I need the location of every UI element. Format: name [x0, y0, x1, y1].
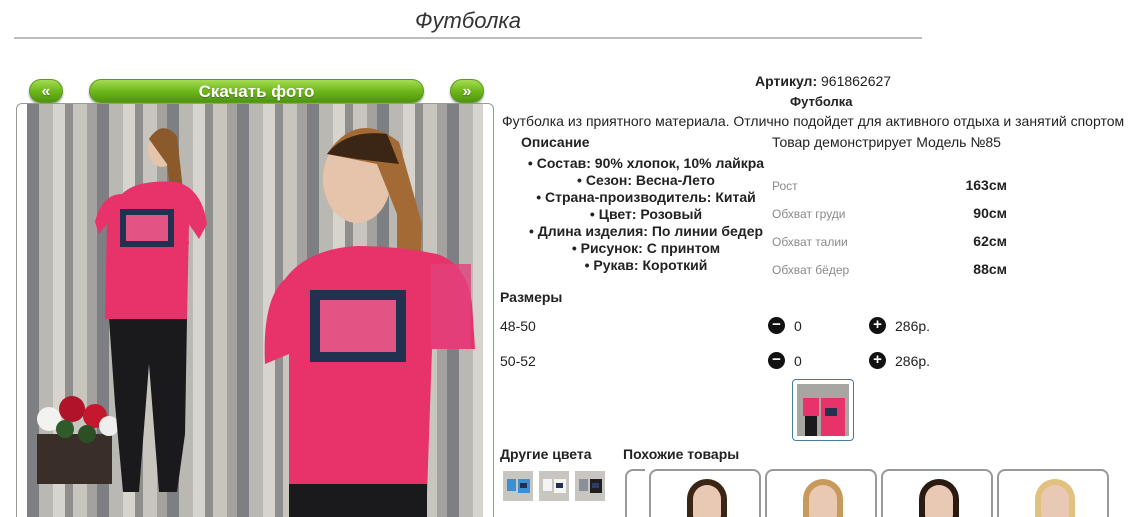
measurement-label: Обхват талии: [772, 235, 848, 249]
thumbnail-illustration: [803, 398, 845, 436]
measurement-row: Обхват бёдер 88см: [772, 261, 1012, 279]
similar-products-carousel: [625, 469, 1138, 517]
article-number: Артикул: 961862627: [755, 73, 891, 89]
title-divider: [14, 37, 922, 39]
other-colors-heading: Другие цвета: [500, 446, 592, 462]
similar-products-heading: Похожие товары: [623, 446, 740, 462]
next-photo-button[interactable]: »: [450, 79, 484, 103]
plus-circle-icon[interactable]: +: [869, 317, 886, 334]
measurement-label: Обхват груди: [772, 207, 846, 221]
size-label: 48-50: [500, 318, 536, 334]
other-color-thumbnail[interactable]: [575, 471, 605, 501]
similar-product-card[interactable]: [649, 469, 761, 517]
thumbnail-image: [797, 384, 849, 436]
similar-product-card[interactable]: [881, 469, 993, 517]
quantity-value: 0: [794, 353, 802, 369]
color-thumbnail-illustration: [579, 479, 602, 493]
article-value: 961862627: [821, 73, 892, 89]
attribute-item: Цвет: Розовый: [506, 206, 786, 223]
similar-product-card[interactable]: [997, 469, 1109, 517]
measurement-value: 62см: [973, 233, 1007, 249]
quantity-value: 0: [794, 318, 802, 334]
minus-circle-icon[interactable]: −: [768, 317, 785, 334]
measurement-value: 90см: [973, 205, 1007, 221]
size-row: 48-50 − 0 + 286р.: [500, 316, 950, 336]
attribute-item: Состав: 90% хлопок, 10% лайкра: [506, 155, 786, 172]
measurement-label: Рост: [772, 179, 798, 193]
attribute-item: Рисунок: С принтом: [506, 240, 786, 257]
other-color-thumbnail[interactable]: [503, 471, 533, 501]
measurement-row: Обхват груди 90см: [772, 205, 1012, 223]
size-label: 50-52: [500, 353, 536, 369]
measurement-label: Обхват бёдер: [772, 263, 850, 277]
product-image-face: [693, 485, 721, 517]
size-row: 50-52 − 0 + 286р.: [500, 351, 950, 371]
sizes-heading: Размеры: [500, 289, 563, 305]
download-photo-button[interactable]: Скачать фото: [89, 79, 424, 103]
minus-circle-icon[interactable]: −: [768, 352, 785, 369]
measurement-value: 88см: [973, 261, 1007, 277]
product-description: Футболка из приятного материала. Отлично…: [502, 113, 1125, 129]
plus-circle-icon[interactable]: +: [869, 352, 886, 369]
price-value: 286р.: [895, 318, 931, 334]
product-photo-illustration: [37, 128, 475, 517]
attribute-list: Состав: 90% хлопок, 10% лайкра Сезон: Ве…: [506, 155, 786, 274]
description-heading: Описание: [521, 134, 590, 150]
similar-product-card[interactable]: [765, 469, 877, 517]
selected-photo-thumbnail[interactable]: [792, 379, 854, 441]
measurement-value: 163см: [965, 177, 1007, 193]
attribute-item: Длина изделия: По линии бедер: [506, 223, 786, 240]
product-photo[interactable]: [27, 104, 483, 517]
prev-photo-button[interactable]: «: [29, 79, 63, 103]
attribute-item: Рукав: Короткий: [506, 257, 786, 274]
article-label: Артикул:: [755, 73, 818, 89]
carousel-prev-arrow[interactable]: [625, 469, 645, 517]
attribute-item: Страна-производитель: Китай: [506, 189, 786, 206]
product-name: Футболка: [790, 94, 853, 109]
price-value: 286р.: [895, 353, 931, 369]
other-color-thumbnail[interactable]: [539, 471, 569, 501]
measurement-row: Рост 163см: [772, 177, 1012, 195]
attribute-item: Сезон: Весна-Лето: [506, 172, 786, 189]
color-thumbnail-illustration: [507, 479, 530, 493]
color-thumbnail-illustration: [543, 479, 566, 493]
product-image-face: [809, 485, 837, 517]
page-title: Футболка: [415, 8, 521, 33]
measurement-row: Обхват талии 62см: [772, 233, 1012, 251]
model-note: Товар демонстрирует Модель №85: [772, 134, 1001, 150]
product-image-face: [1041, 485, 1069, 517]
product-image-face: [925, 485, 953, 517]
